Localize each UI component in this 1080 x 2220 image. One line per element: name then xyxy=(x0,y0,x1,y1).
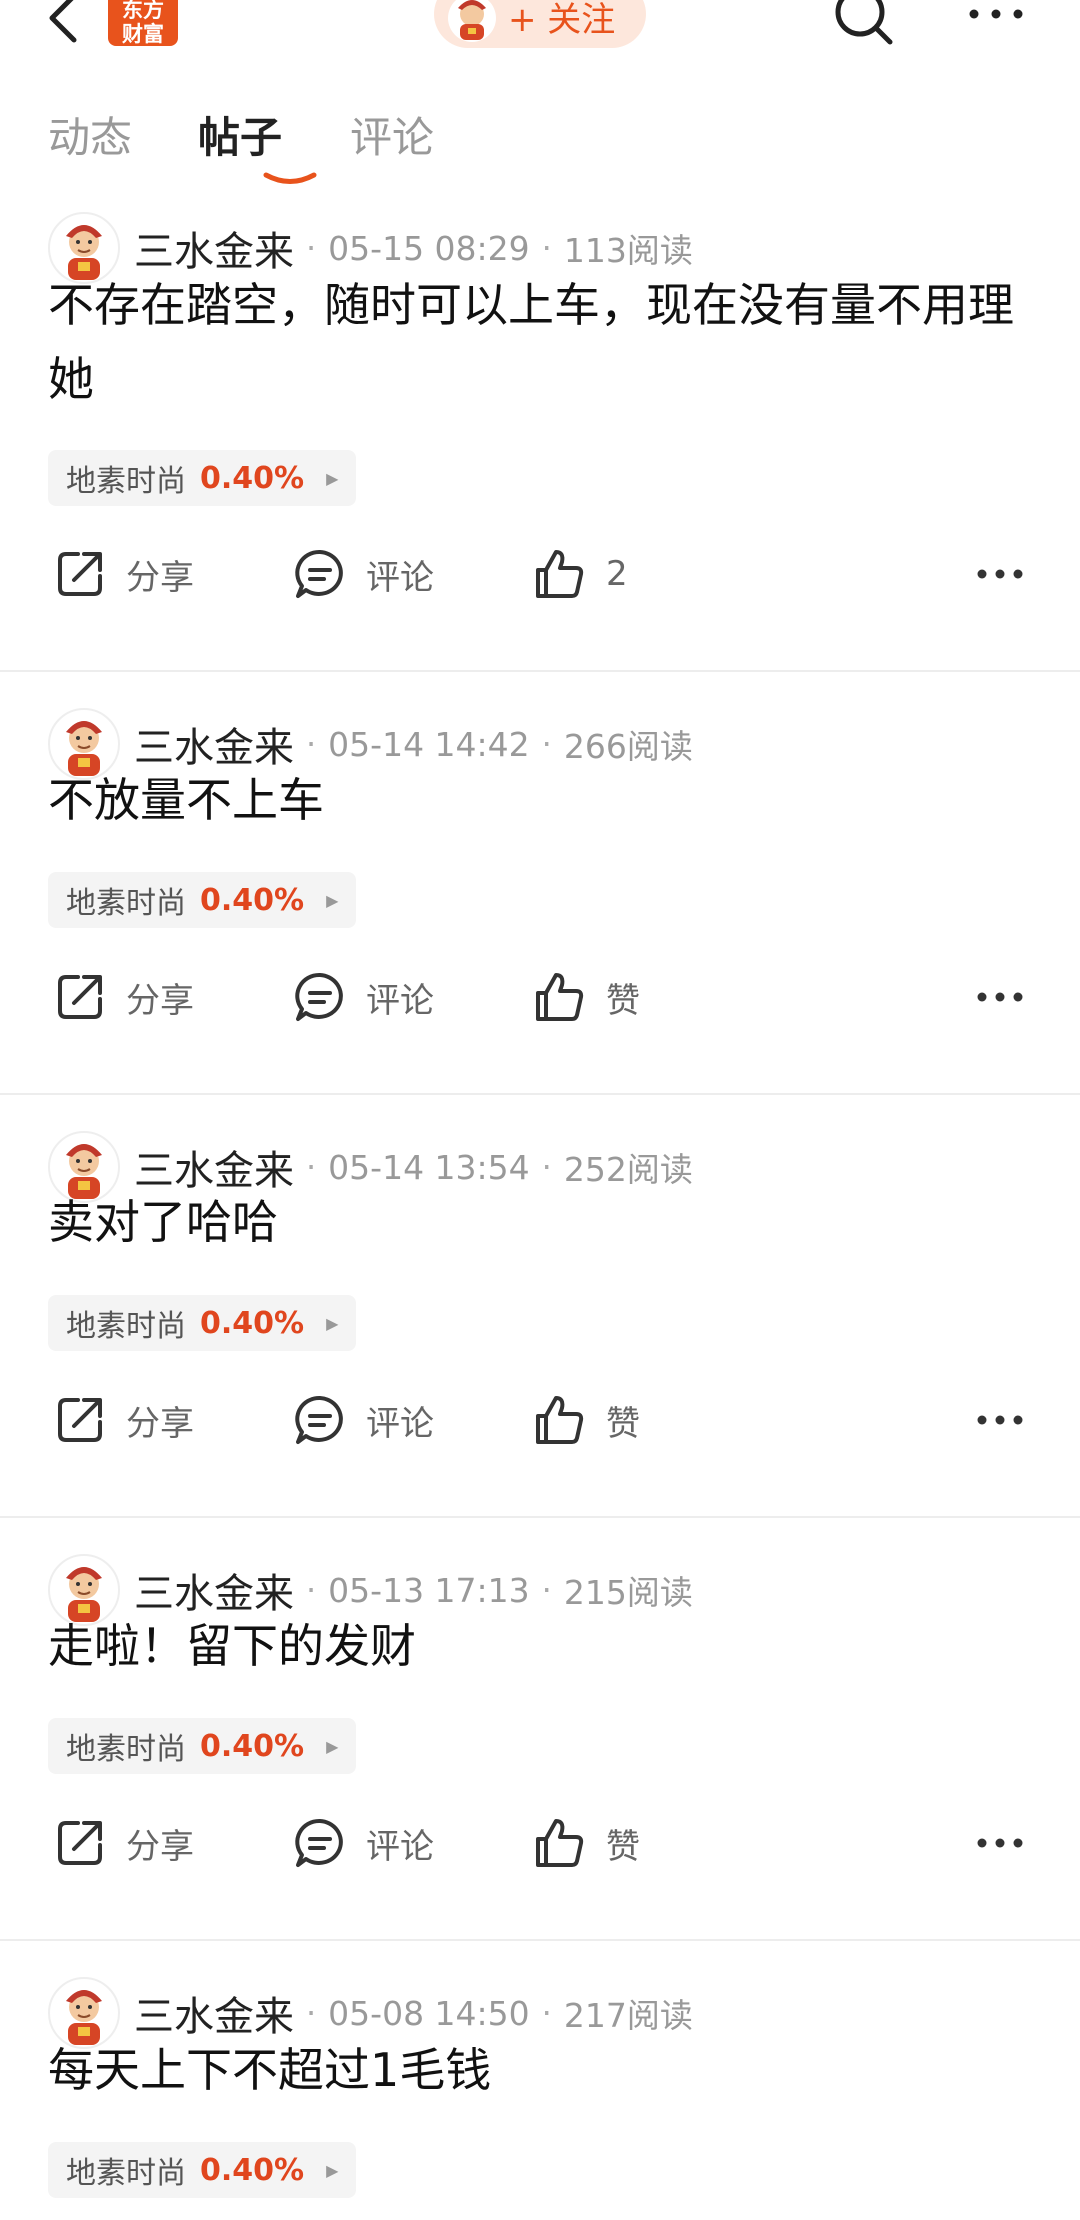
play-arrow-icon: ▶ xyxy=(326,1313,339,1333)
post-list: 三水金来 · 05-15 08:29 · 113阅读 不存在踏空，随时可以上车，… xyxy=(0,0,1080,2220)
share-icon xyxy=(58,1821,102,1865)
stock-name: 地素时尚 xyxy=(66,2156,186,2191)
post-content[interactable]: 不存在踏空，随时可以上车，现在没有量不用理她 xyxy=(48,268,1038,416)
thumbs-up-icon xyxy=(536,1819,584,1867)
stock-change: 0.40% xyxy=(200,460,305,496)
meta-separator: · xyxy=(541,1571,552,1609)
like-count: 2 xyxy=(606,554,628,594)
post-actions: 分享 评论 2 xyxy=(0,544,1080,604)
share-label: 分享 xyxy=(126,980,194,1021)
post-actions: 分享 评论 赞 xyxy=(0,967,1080,1027)
stock-tag[interactable]: 地素时尚 0.40% ▶ xyxy=(48,450,357,506)
more-options-icon[interactable] xyxy=(976,985,1024,1009)
stock-change: 0.40% xyxy=(200,1728,305,1764)
post-divider xyxy=(0,1093,1080,1095)
comment-button[interactable]: 评论 xyxy=(292,544,434,604)
post-actions: 分享 评论 赞 xyxy=(0,1390,1080,1450)
meta-separator: · xyxy=(306,1571,317,1609)
share-label: 分享 xyxy=(126,557,194,598)
stock-change: 0.40% xyxy=(200,1305,305,1341)
meta-separator: · xyxy=(306,1994,317,2032)
comment-icon xyxy=(295,1818,343,1867)
post-content[interactable]: 每天上下不超过1毛钱 xyxy=(48,2033,1038,2107)
stock-tag[interactable]: 地素时尚 0.40% ▶ xyxy=(48,872,357,928)
like-count: 赞 xyxy=(606,1826,640,1867)
post-divider xyxy=(0,1939,1080,1941)
read-count: 113阅读 xyxy=(563,231,693,270)
comment-label: 评论 xyxy=(366,557,434,598)
share-button[interactable]: 分享 xyxy=(52,967,194,1027)
meta-separator: · xyxy=(541,1994,552,2032)
share-icon xyxy=(58,552,102,596)
read-count: 217阅读 xyxy=(563,1996,693,2035)
post-time: 05-08 14:50 xyxy=(328,1993,530,2033)
stock-change: 0.40% xyxy=(200,2152,305,2188)
meta-separator: · xyxy=(306,725,317,763)
share-icon xyxy=(58,975,102,1019)
like-button[interactable]: 赞 xyxy=(532,1813,640,1873)
meta-separator: · xyxy=(541,725,552,763)
comment-button[interactable]: 评论 xyxy=(292,967,434,1027)
share-label: 分享 xyxy=(126,1826,194,1867)
meta-separator: · xyxy=(541,229,552,267)
comment-button[interactable]: 评论 xyxy=(292,1390,434,1450)
stock-name: 地素时尚 xyxy=(66,1309,186,1344)
like-count: 赞 xyxy=(606,1403,640,1444)
post-actions: 分享 评论 赞 xyxy=(0,1813,1080,1873)
meta-separator: · xyxy=(306,229,317,267)
play-arrow-icon: ▶ xyxy=(326,2160,339,2180)
post-content[interactable]: 不放量不上车 xyxy=(48,763,1038,837)
post-divider xyxy=(0,670,1080,672)
comment-label: 评论 xyxy=(366,1403,434,1444)
share-button[interactable]: 分享 xyxy=(52,1813,194,1873)
stock-tag[interactable]: 地素时尚 0.40% ▶ xyxy=(48,2142,357,2198)
thumbs-up-icon xyxy=(536,550,584,598)
post-divider xyxy=(0,1516,1080,1518)
play-arrow-icon: ▶ xyxy=(326,1736,339,1756)
post-content[interactable]: 走啦！留下的发财 xyxy=(48,1609,1038,1683)
stock-name: 地素时尚 xyxy=(66,1732,186,1767)
thumbs-up-icon xyxy=(536,1396,584,1444)
more-options-icon[interactable] xyxy=(976,1831,1024,1855)
more-options-icon[interactable] xyxy=(976,1408,1024,1432)
comment-icon xyxy=(295,1395,343,1444)
stock-tag[interactable]: 地素时尚 0.40% ▶ xyxy=(48,1718,357,1774)
comment-button[interactable]: 评论 xyxy=(292,1813,434,1873)
stock-name: 地素时尚 xyxy=(66,464,186,499)
like-count: 赞 xyxy=(606,980,640,1021)
comment-label: 评论 xyxy=(366,980,434,1021)
like-button[interactable]: 赞 xyxy=(532,967,640,1027)
share-button[interactable]: 分享 xyxy=(52,544,194,604)
comment-icon xyxy=(295,972,343,1021)
meta-separator: · xyxy=(306,1148,317,1186)
play-arrow-icon: ▶ xyxy=(326,890,339,910)
thumbs-up-icon xyxy=(536,973,584,1021)
meta-separator: · xyxy=(541,1148,552,1186)
share-icon xyxy=(58,1398,102,1442)
post-time: 05-15 08:29 xyxy=(328,228,530,268)
comment-icon xyxy=(295,549,343,598)
like-button[interactable]: 2 xyxy=(532,544,628,604)
read-count: 266阅读 xyxy=(563,727,693,766)
post-content[interactable]: 卖对了哈哈 xyxy=(48,1185,1038,1259)
read-count: 215阅读 xyxy=(563,1573,693,1612)
read-count: 252阅读 xyxy=(563,1150,693,1189)
more-options-icon[interactable] xyxy=(976,562,1024,586)
comment-label: 评论 xyxy=(366,1826,434,1867)
share-label: 分享 xyxy=(126,1403,194,1444)
stock-name: 地素时尚 xyxy=(66,886,186,921)
post-item[interactable]: 三水金来 · 05-15 08:29 · 113阅读 不存在踏空，随时可以上车，… xyxy=(0,0,1080,2220)
post-time: 05-13 17:13 xyxy=(328,1570,530,1610)
post-time: 05-14 14:42 xyxy=(328,724,530,764)
stock-change: 0.40% xyxy=(200,882,305,918)
share-button[interactable]: 分享 xyxy=(52,1390,194,1450)
post-time: 05-14 13:54 xyxy=(328,1147,530,1187)
play-arrow-icon: ▶ xyxy=(326,468,339,488)
stock-tag[interactable]: 地素时尚 0.40% ▶ xyxy=(48,1295,357,1351)
like-button[interactable]: 赞 xyxy=(532,1390,640,1450)
